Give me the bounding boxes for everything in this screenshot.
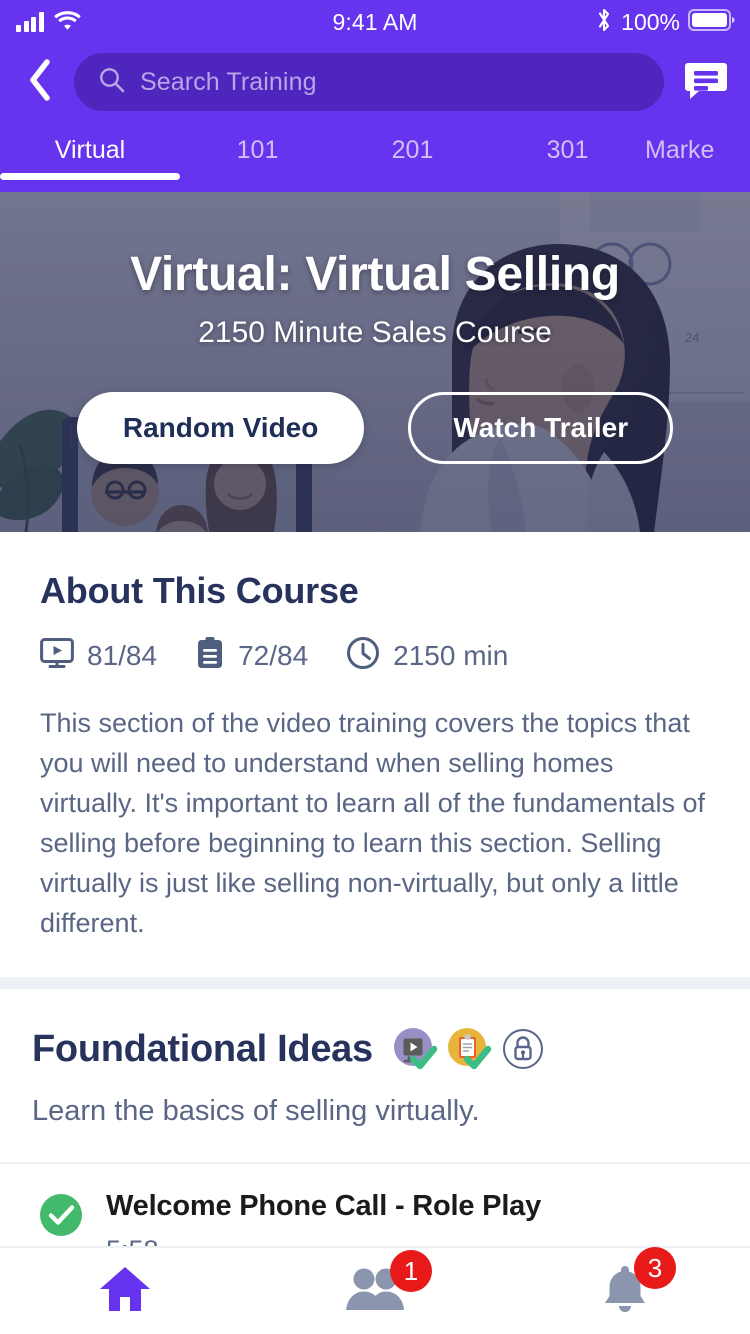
tab-label: 301 — [546, 135, 589, 164]
module-badges — [391, 1025, 547, 1073]
chat-bubble-icon — [683, 57, 729, 108]
battery-full-icon — [688, 8, 736, 37]
nav-home-wrap — [97, 1264, 153, 1319]
status-bar: 9:41 AM 100% — [0, 0, 750, 44]
app-root: 9:41 AM 100% Search Training Virtual 101… — [0, 0, 750, 1334]
bluetooth-icon — [595, 7, 613, 38]
battery-percent-label: 100% — [621, 8, 680, 35]
stat-quizzes: 72/84 — [195, 636, 308, 675]
module-subtitle: Learn the basics of selling virtually. — [32, 1095, 480, 1127]
video-monitor-icon — [40, 636, 74, 675]
search-input[interactable]: Search Training — [74, 53, 664, 111]
nav-home[interactable] — [0, 1247, 250, 1334]
hero-subtitle: 2150 Minute Sales Course — [198, 316, 552, 349]
search-row: Search Training — [0, 44, 750, 120]
stat-value: 72/84 — [238, 639, 309, 671]
home-icon — [97, 1266, 153, 1318]
clipboard-icon — [195, 636, 225, 675]
watch-trailer-button[interactable]: Watch Trailer — [408, 392, 674, 464]
stat-value: 81/84 — [87, 639, 158, 671]
about-description: This section of the video training cover… — [40, 708, 705, 938]
tab-label: 201 — [391, 135, 434, 164]
back-chevron-icon — [27, 58, 53, 107]
tab-virtual[interactable]: Virtual — [0, 120, 180, 180]
random-video-button[interactable]: Random Video — [76, 392, 365, 464]
course-stats: 81/84 72/84 2150 min — [40, 636, 710, 675]
nav-notifications[interactable]: 3 — [500, 1246, 750, 1334]
search-placeholder: Search Training — [140, 67, 317, 96]
check-circle-icon — [38, 1192, 84, 1243]
nav-notifications-badge: 3 — [634, 1246, 676, 1289]
lesson-title: Welcome Phone Call - Role Play — [106, 1190, 542, 1222]
stat-videos: 81/84 — [40, 636, 157, 675]
hero-banner: 2223 2420 19 — [0, 192, 750, 532]
people-icon — [344, 1268, 406, 1316]
back-button[interactable] — [22, 58, 58, 107]
chat-button[interactable] — [680, 57, 732, 108]
stat-duration: 2150 min — [346, 636, 508, 675]
status-bar-right: 100% — [595, 0, 736, 44]
video-complete-badge-icon — [391, 1025, 439, 1073]
quiz-complete-badge-icon — [445, 1025, 493, 1073]
tab-label: Virtual — [54, 135, 126, 164]
nav-people[interactable]: 1 — [250, 1247, 500, 1334]
tab-201[interactable]: 201 — [335, 120, 490, 180]
nav-notifications-wrap: 3 — [600, 1246, 676, 1320]
tab-marketing[interactable]: Marke — [645, 120, 750, 180]
about-section: About This Course 81/84 72/84 2150 min T… — [0, 532, 750, 977]
active-tab-indicator — [0, 173, 180, 180]
hero-title: Virtual: Virtual Selling — [130, 248, 620, 301]
bell-icon — [600, 1265, 650, 1319]
clock-icon — [346, 636, 380, 675]
tab-label: 101 — [236, 135, 279, 164]
tab-label: Marke — [645, 135, 715, 164]
locked-badge-icon — [499, 1025, 547, 1073]
tab-301[interactable]: 301 — [490, 120, 645, 180]
nav-people-wrap: 1 — [344, 1249, 432, 1317]
section-divider-band — [0, 977, 750, 989]
hero-buttons: Random Video Watch Trailer — [76, 392, 674, 464]
search-icon — [98, 66, 126, 99]
hero-content: Virtual: Virtual Selling 2150 Minute Sal… — [0, 192, 750, 532]
stat-value: 2150 min — [393, 639, 509, 671]
nav-people-badge: 1 — [390, 1249, 432, 1292]
module-header: Foundational Ideas — [32, 1025, 710, 1073]
bottom-navigation: 1 3 — [0, 1246, 750, 1334]
module-section: Foundational Ideas Learn the basics of s… — [0, 989, 750, 1128]
about-title: About This Course — [40, 570, 359, 611]
module-title: Foundational Ideas — [32, 1027, 373, 1070]
tab-101[interactable]: 101 — [180, 120, 335, 180]
app-header: 9:41 AM 100% Search Training Virtual 101… — [0, 0, 750, 192]
category-tabs: Virtual 101 201 301 Marke — [0, 120, 750, 180]
